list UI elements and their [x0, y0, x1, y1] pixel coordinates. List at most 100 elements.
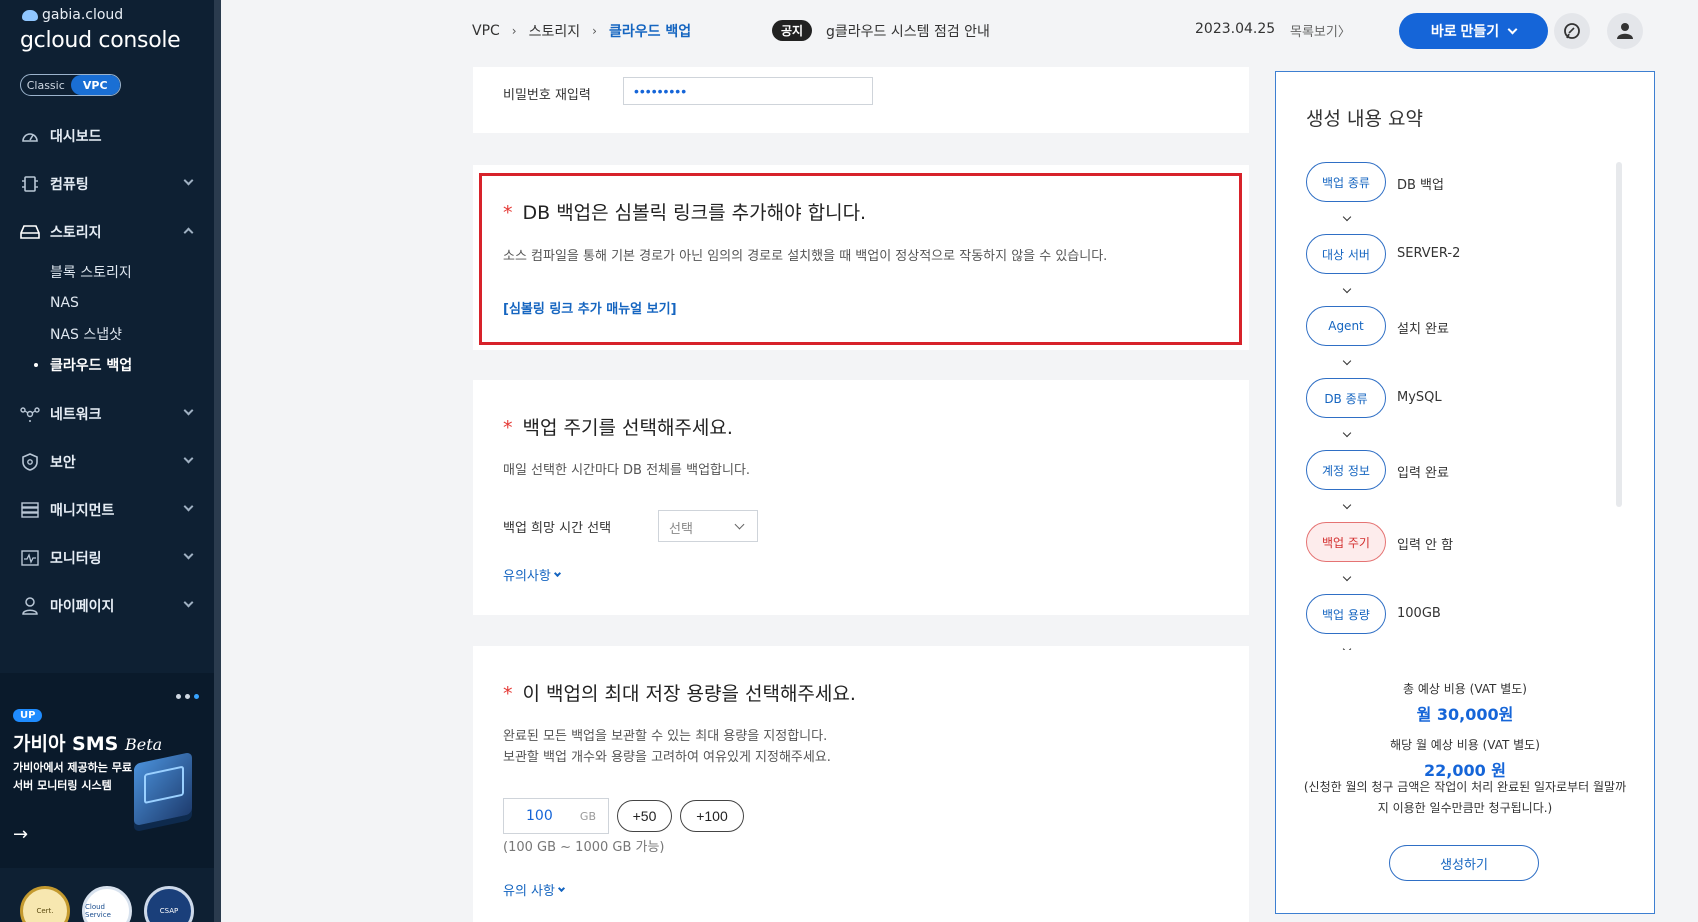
cycle-title: * 백업 주기를 선택해주세요.	[503, 413, 733, 440]
brand-logo[interactable]: gcloud console	[20, 28, 181, 53]
step-chip-target-server[interactable]: 대상 서버	[1306, 234, 1386, 274]
step-chip-account-info[interactable]: 계정 정보	[1306, 450, 1386, 490]
summary-steps: 백업 종류 DB 백업 대상 서버 SERVER-2 Agent 설치 완료 D…	[1306, 162, 1546, 650]
breadcrumb-vpc[interactable]: VPC	[472, 23, 500, 39]
profile-button[interactable]	[1607, 13, 1643, 49]
chevron-down-icon	[1342, 572, 1352, 582]
notice-date: 2023.04.25	[1195, 21, 1276, 37]
classic-vpc-toggle[interactable]: Classic VPC	[20, 74, 121, 96]
user-icon	[20, 597, 40, 615]
promo-title: 가비아 SMS Beta	[13, 729, 162, 756]
sidebar-item-security[interactable]: 보안	[0, 438, 214, 486]
chevron-down-icon	[183, 549, 194, 560]
sidebar-subitem-block-storage[interactable]: 블록 스토리지	[50, 256, 214, 287]
step-chip-backup-cycle[interactable]: 백업 주기	[1306, 522, 1386, 562]
create-button[interactable]: 생성하기	[1389, 845, 1539, 881]
step-chip-db-type[interactable]: DB 종류	[1306, 378, 1386, 418]
step-chip-backup-capacity[interactable]: 백업 용량	[1306, 594, 1386, 634]
chevron-down-icon	[183, 597, 194, 608]
promo-title-text: 가비아 SMS	[13, 733, 119, 755]
chat-button[interactable]	[1554, 13, 1590, 49]
step-chip-agent[interactable]: Agent	[1306, 306, 1386, 346]
promo-desc: 가비아에서 제공하는 무료 서버 모니터링 시스템	[13, 761, 132, 792]
capacity-desc: 완료된 모든 백업을 보관할 수 있는 최대 용량을 지정합니다. 보관할 백업…	[503, 726, 831, 768]
carousel-dot[interactable]	[185, 694, 190, 699]
add-50-button[interactable]: +50	[617, 800, 672, 832]
capacity-desc-line2: 보관할 백업 개수와 용량을 고려하여 여유있게 지정해주세요.	[503, 750, 831, 765]
cert-badge-icon: Cert.	[20, 886, 70, 922]
summary-scrollbar[interactable]	[1616, 162, 1622, 507]
password-confirm-label: 비밀번호 재입력	[503, 88, 591, 103]
capacity-input[interactable]: 100 GB	[503, 798, 609, 834]
chevron-down-icon	[1342, 212, 1352, 222]
sidebar-scrollbar[interactable]	[214, 0, 221, 922]
summary-title: 생성 내용 요약	[1306, 108, 1423, 130]
sidebar-subitem-cloud-backup[interactable]: 클라우드 백업	[34, 349, 214, 380]
summary-step: 백업 종류 DB 백업	[1306, 162, 1546, 234]
chevron-down-icon	[734, 519, 745, 530]
backup-time-select-value: 선택	[669, 522, 693, 537]
chevron-down-icon	[1507, 24, 1518, 34]
add-100-button[interactable]: +100	[680, 800, 744, 832]
carousel-dot[interactable]	[176, 694, 181, 699]
sidebar-item-label: 네트워크	[50, 407, 102, 423]
password-confirm-input[interactable]	[623, 77, 873, 105]
sidebar-item-label: 마이페이지	[50, 599, 115, 615]
cycle-notes-label: 유의사항	[503, 569, 551, 584]
brand-top[interactable]: gabia.cloud	[22, 7, 123, 23]
sidebar-item-dashboard[interactable]: 대시보드	[0, 112, 214, 160]
backup-time-select[interactable]: 선택	[658, 510, 758, 542]
storage-icon	[20, 223, 40, 241]
sidebar-item-label: 매니지먼트	[50, 503, 115, 519]
notice-text[interactable]: g클라우드 시스템 점검 안내	[826, 21, 990, 41]
summary-step: DB 종류 MySQL	[1306, 378, 1546, 450]
promo-badge: UP	[13, 709, 43, 722]
sidebar-nav: 대시보드 컴퓨팅 스토리지 블록 스토리지 NAS NAS 스냅샷 클라우드 백…	[0, 112, 214, 630]
chevron-down-icon	[1342, 500, 1352, 510]
cloud-logo-icon	[22, 9, 38, 21]
server-list-icon	[20, 501, 40, 519]
arrow-right-icon[interactable]: →	[13, 824, 28, 845]
sidebar-item-monitoring[interactable]: 모니터링	[0, 534, 214, 582]
sidebar-subitem-nas-snapshot[interactable]: NAS 스냅샷	[50, 318, 214, 349]
capacity-title-text: 이 백업의 최대 저장 용량을 선택해주세요.	[522, 683, 856, 705]
shield-icon	[20, 453, 40, 471]
breadcrumb-storage[interactable]: 스토리지	[529, 21, 581, 41]
quick-create-label: 바로 만들기	[1430, 23, 1500, 39]
sidebar-item-management[interactable]: 매니지먼트	[0, 486, 214, 534]
notice-list-link[interactable]: 목록보기〉	[1290, 21, 1351, 40]
cert-cloud-service-icon: Cloud Service	[82, 886, 132, 922]
symlink-manual-link[interactable]: [심볼링 링크 추가 매뉴얼 보기]	[503, 298, 677, 317]
required-star: *	[503, 683, 513, 705]
sidebar-item-computing[interactable]: 컴퓨팅	[0, 160, 214, 208]
carousel-dot-active[interactable]	[194, 694, 199, 699]
cycle-notes-link[interactable]: 유의사항	[503, 565, 561, 584]
chevron-down-icon	[557, 884, 566, 892]
user-icon	[1617, 23, 1633, 39]
step-chip-backup-type[interactable]: 백업 종류	[1306, 162, 1386, 202]
chevron-down-icon	[183, 405, 194, 416]
sidebar-subitem-nas[interactable]: NAS	[50, 287, 214, 318]
chevron-down-icon	[1342, 356, 1352, 366]
breadcrumb-current[interactable]: 클라우드 백업	[609, 21, 691, 41]
chat-icon	[1564, 23, 1580, 39]
sidebar-item-storage[interactable]: 스토리지	[0, 208, 214, 256]
sidebar-item-mypage[interactable]: 마이페이지	[0, 582, 214, 630]
sidebar: gabia.cloud gcloud console Classic VPC 대…	[0, 0, 221, 922]
sidebar-item-network[interactable]: 네트워크	[0, 390, 214, 438]
summary-step: 계정 정보 입력 완료	[1306, 450, 1546, 522]
chevron-down-icon	[183, 175, 194, 186]
quick-create-button[interactable]: 바로 만들기	[1399, 13, 1548, 49]
step-value: DB 백업	[1397, 178, 1444, 193]
toggle-vpc[interactable]: VPC	[70, 75, 120, 95]
notice-badge: 공지	[772, 20, 813, 41]
capacity-notes-link[interactable]: 유의 사항	[503, 880, 566, 899]
sidebar-item-label: 보안	[50, 455, 76, 471]
breadcrumb: VPC › 스토리지 › 클라우드 백업	[472, 21, 691, 41]
carousel-dots[interactable]	[176, 694, 199, 699]
chevron-down-icon	[1342, 644, 1352, 650]
toggle-classic[interactable]: Classic	[21, 75, 71, 95]
monitor-pulse-icon	[20, 549, 40, 567]
step-value: 입력 안 함	[1397, 538, 1454, 553]
required-star: *	[503, 417, 513, 439]
